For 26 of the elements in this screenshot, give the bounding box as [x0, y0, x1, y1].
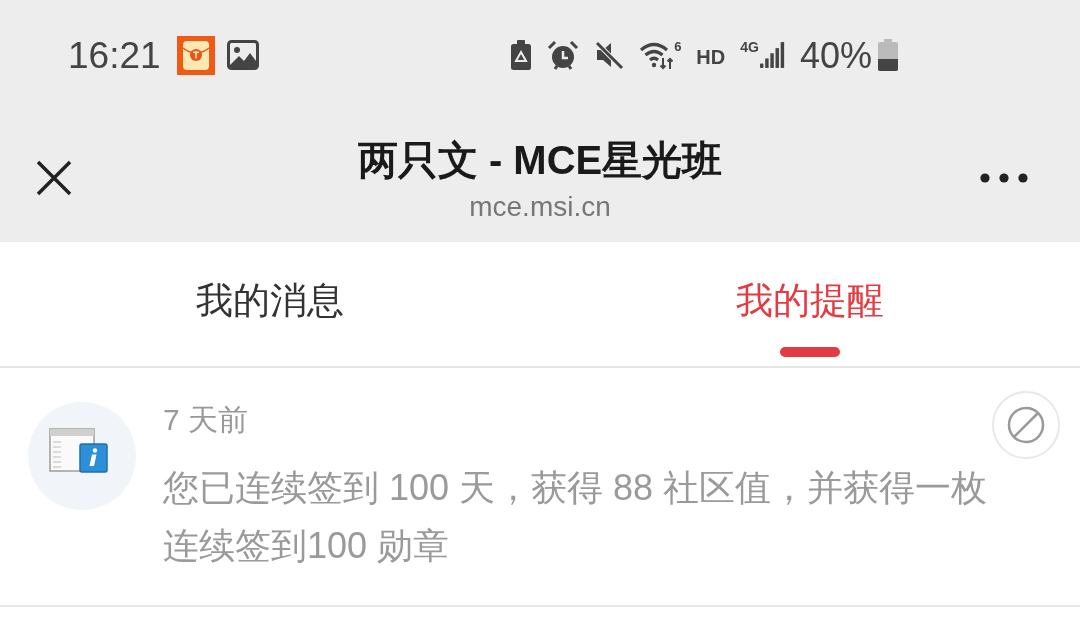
page-url: mce.msi.cn [468, 190, 612, 224]
alarm-clock-icon [547, 40, 580, 70]
image-icon [226, 40, 259, 70]
wifi-icon [639, 40, 674, 70]
notification-text: 您已连续签到 100 天，获得 88 社区值，并获得一枚连续签到100 勋章 [163, 466, 989, 568]
close-icon [36, 160, 72, 196]
page-title: 两只文 - MCE星光班 [356, 137, 724, 184]
envelope-app-icon [176, 35, 215, 75]
info-window-icon [28, 402, 136, 510]
wifi-standard-label: 6 [674, 40, 682, 54]
block-icon [1007, 406, 1045, 444]
battery-saver-icon [510, 40, 533, 70]
hd-voice-label: HD [696, 46, 726, 68]
tab-indicator [780, 347, 840, 357]
muted-speaker-icon [594, 40, 625, 70]
close-button[interactable] [36, 160, 72, 196]
network-type-label: 4G [740, 40, 759, 55]
signal-bars-icon [759, 40, 785, 70]
more-button[interactable] [980, 173, 1028, 183]
status-time: 16:21 [68, 36, 161, 76]
battery-percent: 40% [799, 36, 872, 76]
notification-time: 7 天前 [163, 402, 249, 438]
battery-icon [878, 39, 898, 71]
more-icon [980, 173, 1028, 183]
tab[interactable]: 我的提醒 [540, 242, 1080, 366]
tab[interactable]: 我的消息 [0, 242, 540, 366]
